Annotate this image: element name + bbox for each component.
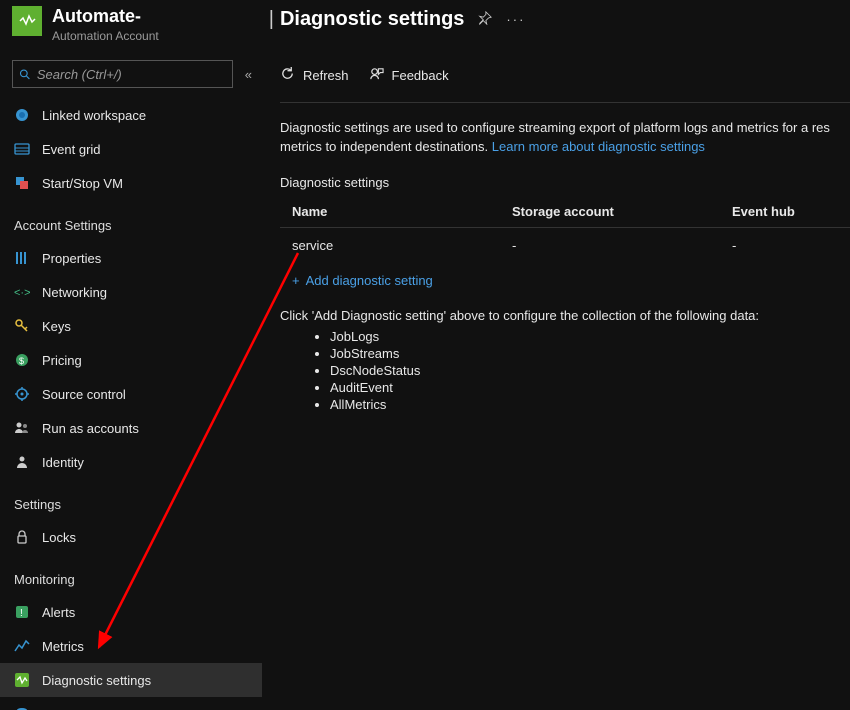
table-row[interactable]: service - -	[280, 227, 850, 263]
sidebar-item-label: Source control	[42, 387, 126, 402]
feedback-label: Feedback	[392, 68, 449, 83]
properties-icon	[14, 250, 30, 266]
sidebar-item-identity[interactable]: Identity	[0, 445, 262, 479]
sidebar-item-properties[interactable]: Properties	[0, 241, 262, 275]
col-eventhub: Event hub	[720, 196, 850, 228]
sidebar-item-start-stop-vm[interactable]: Start/Stop VM	[0, 166, 262, 200]
sidebar-item-label: Properties	[42, 251, 101, 266]
add-diagnostic-setting-link[interactable]: + Add diagnostic setting	[292, 273, 850, 288]
sidebar-item-diagnostic-settings[interactable]: Diagnostic settings	[0, 663, 262, 697]
cell-eventhub: -	[720, 227, 850, 263]
sidebar-item-label: Metrics	[42, 639, 84, 654]
list-item: AuditEvent	[330, 380, 850, 395]
vm-icon	[14, 175, 30, 191]
app-title-block: Automate- Automation Account	[52, 6, 159, 43]
page-title: Diagnostic settings	[280, 8, 464, 31]
runas-icon	[14, 420, 30, 436]
app-title: Automate-	[52, 6, 159, 27]
sidebar-item-label: Identity	[42, 455, 84, 470]
click-instruction: Click 'Add Diagnostic setting' above to …	[280, 308, 850, 323]
list-item: JobStreams	[330, 346, 850, 361]
sidebar-item-event-grid[interactable]: Event grid	[0, 132, 262, 166]
sidebar-item-pricing[interactable]: $ Pricing	[0, 343, 262, 377]
search-box[interactable]	[12, 60, 233, 88]
sidebar: « Linked workspace Event grid Start/Stop…	[0, 50, 262, 710]
grid-icon	[14, 141, 30, 157]
svg-text:$: $	[19, 356, 24, 366]
sidebar-item-label: Run as accounts	[42, 421, 139, 436]
sidebar-item-label: Alerts	[42, 605, 75, 620]
lock-icon	[14, 529, 30, 545]
sidebar-item-locks[interactable]: Locks	[0, 520, 262, 554]
sidebar-item-run-as-accounts[interactable]: Run as accounts	[0, 411, 262, 445]
data-types-list: JobLogs JobStreams DscNodeStatus AuditEv…	[330, 329, 850, 412]
diagnostic-icon	[14, 672, 30, 688]
toolbar: Refresh Feedback	[280, 66, 850, 103]
col-storage: Storage account	[500, 196, 720, 228]
sidebar-item-label: Linked workspace	[42, 108, 146, 123]
sidebar-item-label: Locks	[42, 530, 76, 545]
cell-storage: -	[500, 227, 720, 263]
search-icon	[19, 68, 31, 81]
section-header-settings: Settings	[0, 479, 262, 520]
sidebar-item-label: Start/Stop VM	[42, 176, 123, 191]
metrics-icon	[14, 638, 30, 654]
list-item: JobLogs	[330, 329, 850, 344]
learn-more-link[interactable]: Learn more about diagnostic settings	[492, 139, 705, 154]
feedback-icon	[369, 66, 384, 84]
sidebar-item-keys[interactable]: Keys	[0, 309, 262, 343]
page-title-separator: |	[269, 8, 274, 31]
sidebar-item-logs[interactable]: Logs	[0, 697, 262, 710]
sidebar-item-label: Event grid	[42, 142, 101, 157]
list-item: AllMetrics	[330, 397, 850, 412]
svg-text:<·>: <·>	[14, 287, 30, 299]
more-icon[interactable]: ···	[506, 12, 525, 27]
section-header-monitoring: Monitoring	[0, 554, 262, 595]
refresh-label: Refresh	[303, 68, 349, 83]
section-header-account-settings: Account Settings	[0, 200, 262, 241]
sidebar-item-networking[interactable]: <·> Networking	[0, 275, 262, 309]
list-item: DscNodeStatus	[330, 363, 850, 378]
sidebar-item-label: Networking	[42, 285, 107, 300]
plus-icon: +	[292, 273, 300, 288]
keys-icon	[14, 318, 30, 334]
add-link-label: Add diagnostic setting	[306, 273, 433, 288]
sidebar-item-metrics[interactable]: Metrics	[0, 629, 262, 663]
cell-name: service	[280, 227, 500, 263]
app-subtitle: Automation Account	[52, 29, 159, 43]
pin-icon[interactable]	[478, 11, 492, 28]
diag-table-label: Diagnostic settings	[280, 175, 850, 190]
intro-text: Diagnostic settings are used to configur…	[280, 119, 850, 157]
search-input[interactable]	[37, 67, 226, 82]
collapse-sidebar-icon[interactable]: «	[245, 67, 252, 82]
gear-icon	[14, 386, 30, 402]
svg-text:!: !	[20, 608, 23, 619]
workspace-icon	[14, 107, 30, 123]
pricing-icon: $	[14, 352, 30, 368]
sidebar-item-linked-workspace[interactable]: Linked workspace	[0, 98, 262, 132]
logs-icon	[14, 706, 30, 710]
sidebar-item-label: Logs	[42, 707, 70, 710]
sidebar-item-label: Keys	[42, 319, 71, 334]
refresh-icon	[280, 66, 295, 84]
col-name: Name	[280, 196, 500, 228]
sidebar-item-alerts[interactable]: ! Alerts	[0, 595, 262, 629]
feedback-button[interactable]: Feedback	[369, 66, 449, 84]
main-content: Refresh Feedback Diagnostic settings are…	[262, 50, 850, 710]
alerts-icon: !	[14, 604, 30, 620]
sidebar-item-label: Pricing	[42, 353, 82, 368]
identity-icon	[14, 454, 30, 470]
sidebar-item-label: Diagnostic settings	[42, 673, 151, 688]
refresh-button[interactable]: Refresh	[280, 66, 349, 84]
automation-account-icon	[12, 6, 42, 36]
diagnostic-settings-table: Name Storage account Event hub service -…	[280, 196, 850, 263]
networking-icon: <·>	[14, 284, 30, 300]
sidebar-item-source-control[interactable]: Source control	[0, 377, 262, 411]
